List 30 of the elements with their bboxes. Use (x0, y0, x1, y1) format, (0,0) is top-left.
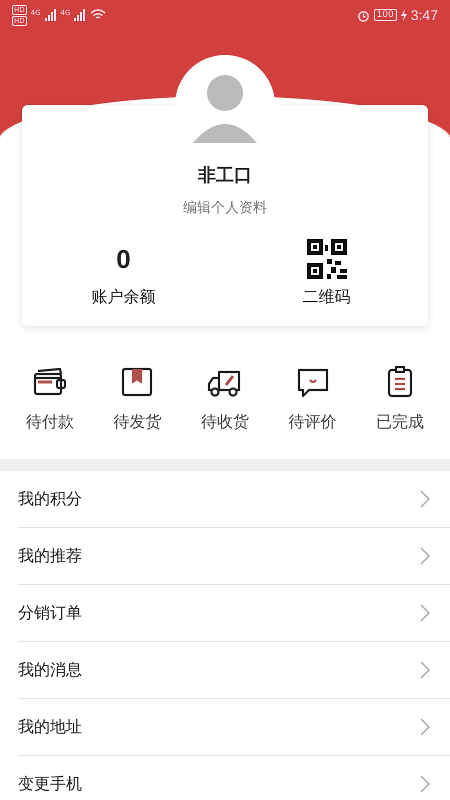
chevron-right-icon (420, 661, 430, 679)
qr-code-label: 二维码 (302, 287, 350, 308)
order-status-button[interactable]: 待评价 (288, 362, 337, 433)
qr-code-icon[interactable] (306, 239, 346, 279)
order-status-button[interactable]: 待发货 (113, 362, 162, 433)
menu-item[interactable]: 我的地址 (18, 716, 420, 738)
menu-item[interactable]: 我的消息 (18, 660, 420, 680)
clock-time: 3:47 (410, 7, 438, 23)
signal-icon (74, 9, 86, 21)
order-status-button[interactable]: 已完成 (376, 362, 424, 433)
menu-item[interactable]: 我的推荐 (18, 546, 420, 566)
chevron-right-icon (420, 547, 430, 565)
edit-profile-link[interactable]: 编辑个人资料 (183, 199, 267, 217)
charging-icon (400, 9, 407, 21)
order-status-button[interactable]: 待收货 (200, 362, 249, 433)
balance-value: 0 (116, 243, 131, 276)
chevron-right-icon (420, 604, 430, 622)
chevron-right-icon (420, 490, 430, 508)
balance-label: 账户余额 (92, 287, 156, 308)
wifi-icon (90, 9, 106, 21)
signal-icon (44, 9, 57, 21)
chevron-right-icon (420, 775, 430, 793)
menu-item[interactable]: 我的积分 (18, 488, 420, 510)
alarm-icon (356, 8, 370, 22)
menu-item[interactable]: 分销订单 (18, 602, 420, 624)
order-status-button[interactable]: 待付款 (26, 362, 74, 433)
chevron-right-icon (420, 718, 430, 736)
battery-level: 100 (374, 9, 397, 21)
user-name: 非工口 (198, 164, 252, 187)
menu-item[interactable]: 变更手机 (18, 774, 420, 794)
